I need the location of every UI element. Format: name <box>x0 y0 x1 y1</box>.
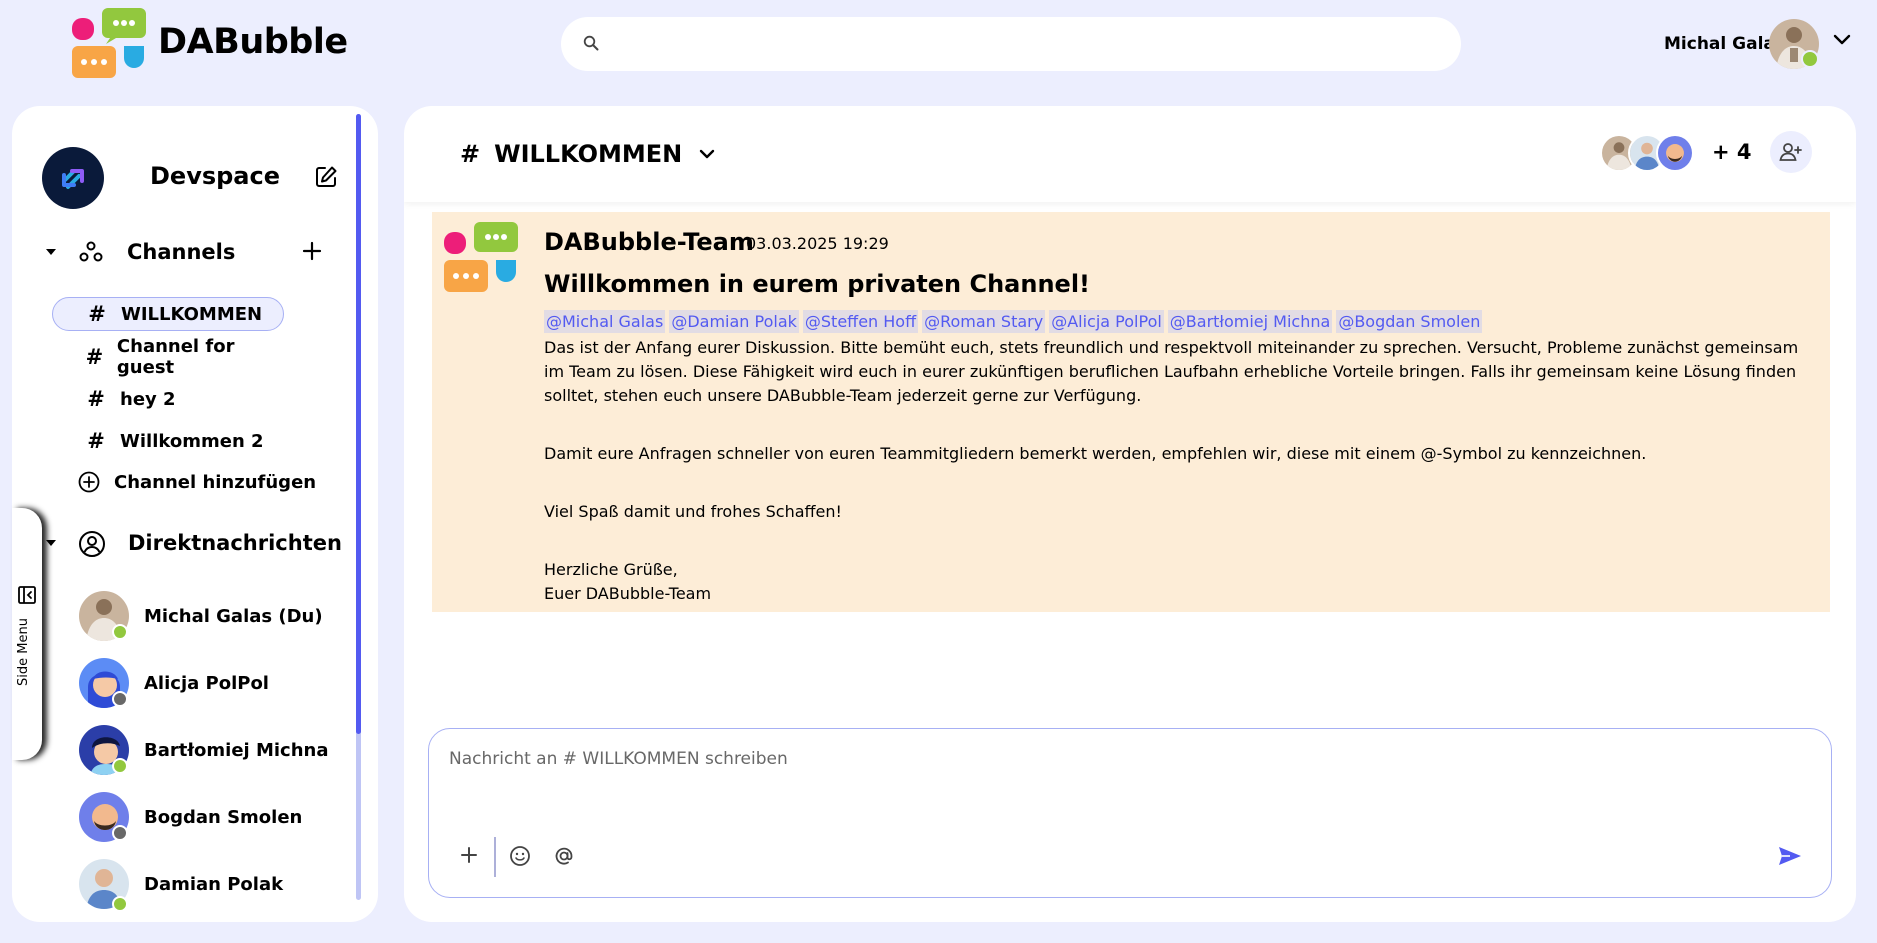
channels-section-header[interactable]: Channels <box>12 233 352 273</box>
channel-view: # WILLKOMMEN + 4 DABubble-Team 03.03.202… <box>404 106 1856 922</box>
direct-messages-label: Direktnachrichten <box>128 531 342 555</box>
current-user-name[interactable]: Michal Galas <box>1664 34 1785 54</box>
channel-label: Channel for guest <box>116 336 235 378</box>
caret-down-icon[interactable] <box>45 248 57 256</box>
message-composer <box>428 728 1832 898</box>
dm-name: Michal Galas (Du) <box>144 606 323 627</box>
hash-icon: # <box>85 345 104 369</box>
mention-tag[interactable]: @Damian Polak <box>669 310 799 333</box>
hash-icon: # <box>87 387 105 411</box>
sidebar: Devspace Channels # WILLKOMMEN # Channel… <box>12 106 378 922</box>
dm-item-michal-galas[interactable]: Michal Galas (Du) <box>78 590 358 644</box>
mention-tag[interactable]: @Steffen Hoff <box>802 310 919 333</box>
channel-label: Willkommen 2 <box>120 430 264 452</box>
dm-name: Damian Polak <box>144 874 284 895</box>
message-paragraph: Damit eure Anfragen schneller von euren … <box>544 444 1647 463</box>
dm-name: Bogdan Smolen <box>144 807 303 828</box>
user-avatar[interactable] <box>1768 18 1820 70</box>
message-closing: Herzliche Grüße, <box>544 560 678 579</box>
edit-icon[interactable] <box>314 165 338 189</box>
dm-name: Bartłomiej Michna <box>144 740 329 761</box>
channels-label: Channels <box>127 240 236 264</box>
dabubble-logo <box>72 8 146 78</box>
avatar <box>79 725 129 775</box>
hash-icon: # <box>460 140 481 168</box>
channel-title-button[interactable]: # WILLKOMMEN <box>460 140 716 168</box>
search-icon <box>583 35 599 51</box>
mention-tag[interactable]: @Michal Galas <box>544 310 666 333</box>
add-channel-label: Channel hinzufügen <box>114 471 317 493</box>
avatar <box>79 591 129 641</box>
avatar <box>79 658 129 708</box>
workspace-logo <box>42 147 104 209</box>
chevron-down-icon <box>700 149 715 159</box>
emoji-icon[interactable] <box>509 845 531 867</box>
search-bar[interactable] <box>561 17 1461 71</box>
workspace-name: Devspace <box>150 162 281 190</box>
hash-icon: # <box>87 429 105 453</box>
side-panel-icon <box>18 586 36 604</box>
dm-item-bogdan-smolen[interactable]: Bogdan Smolen <box>78 791 358 845</box>
member-avatar <box>1656 134 1694 172</box>
message-timestamp: 03.03.2025 19:29 <box>746 234 889 253</box>
send-icon[interactable] <box>1777 845 1803 867</box>
side-menu-label: Side Menu <box>16 618 31 686</box>
message-closing: Euer DABubble-Team <box>544 584 712 603</box>
channel-members-avatars[interactable] <box>1600 134 1700 174</box>
workspaces-icon <box>79 241 103 262</box>
mention-at-icon[interactable] <box>553 845 575 867</box>
avatar <box>79 859 129 910</box>
add-channel-plus-icon[interactable] <box>300 239 324 263</box>
account-circle-icon <box>79 531 105 557</box>
message-paragraph: Viel Spaß damit und frohes Schaffen! <box>544 502 842 521</box>
direct-messages-section-header[interactable]: Direktnachrichten <box>12 524 352 564</box>
app-header: DABubble Michal Galas <box>0 0 1877 90</box>
chevron-down-icon[interactable] <box>1832 33 1852 47</box>
message-paragraph: Das ist der Anfang eurer Diskussion. Bit… <box>544 338 1799 405</box>
channel-item-willkommen-2[interactable]: # Willkommen 2 <box>52 424 284 458</box>
hash-icon: # <box>88 302 106 326</box>
message-title: Willkommen in eurem privaten Channel! <box>544 270 1090 298</box>
member-count[interactable]: + 4 <box>1712 140 1752 164</box>
mention-list: @Michal Galas @Damian Polak @Steffen Hof… <box>544 310 1486 333</box>
dm-item-damian-polak[interactable]: Damian Polak <box>78 858 358 912</box>
message-input[interactable] <box>449 749 1809 809</box>
person-add-icon <box>1779 143 1802 161</box>
welcome-message: DABubble-Team 03.03.2025 19:29 Willkomme… <box>432 212 1830 612</box>
search-input[interactable] <box>613 27 1433 61</box>
add-attachment-icon[interactable] <box>459 845 479 865</box>
dm-name: Alicja PolPol <box>144 673 269 694</box>
channel-item-channel-for-guest[interactable]: # Channel for guest <box>52 336 284 378</box>
message-body: Das ist der Anfang eurer Diskussion. Bit… <box>544 336 1814 606</box>
side-menu-toggle[interactable]: Side Menu <box>12 508 42 760</box>
message-author[interactable]: DABubble-Team <box>544 228 754 256</box>
channel-label: hey 2 <box>120 388 176 410</box>
mention-tag[interactable]: @Bartłomiej Michna <box>1167 310 1333 333</box>
dm-item-alicja-polpol[interactable]: Alicja PolPol <box>78 657 358 711</box>
avatar <box>79 792 129 842</box>
add-member-button[interactable] <box>1770 131 1812 173</box>
divider <box>494 837 496 877</box>
dabubble-team-avatar <box>444 222 518 292</box>
mention-tag[interactable]: @Roman Stary <box>922 310 1046 333</box>
channel-label: WILLKOMMEN <box>121 303 263 325</box>
caret-down-icon[interactable] <box>45 539 57 547</box>
add-circle-icon <box>78 471 100 493</box>
mention-tag[interactable]: @Bogdan Smolen <box>1336 310 1483 333</box>
app-name: DABubble <box>158 22 348 62</box>
channel-header: # WILLKOMMEN + 4 <box>404 106 1856 202</box>
channel-item-willkommen[interactable]: # WILLKOMMEN <box>52 297 284 331</box>
mention-tag[interactable]: @Alicja PolPol <box>1049 310 1164 333</box>
channel-title: WILLKOMMEN <box>494 140 683 168</box>
dm-item-bartlomiej-michna[interactable]: Bartłomiej Michna <box>78 724 358 778</box>
add-channel-button[interactable]: Channel hinzufügen <box>78 471 316 493</box>
channel-item-hey-2[interactable]: # hey 2 <box>52 382 284 416</box>
sidebar-scrollbar-thumb[interactable] <box>356 114 361 734</box>
